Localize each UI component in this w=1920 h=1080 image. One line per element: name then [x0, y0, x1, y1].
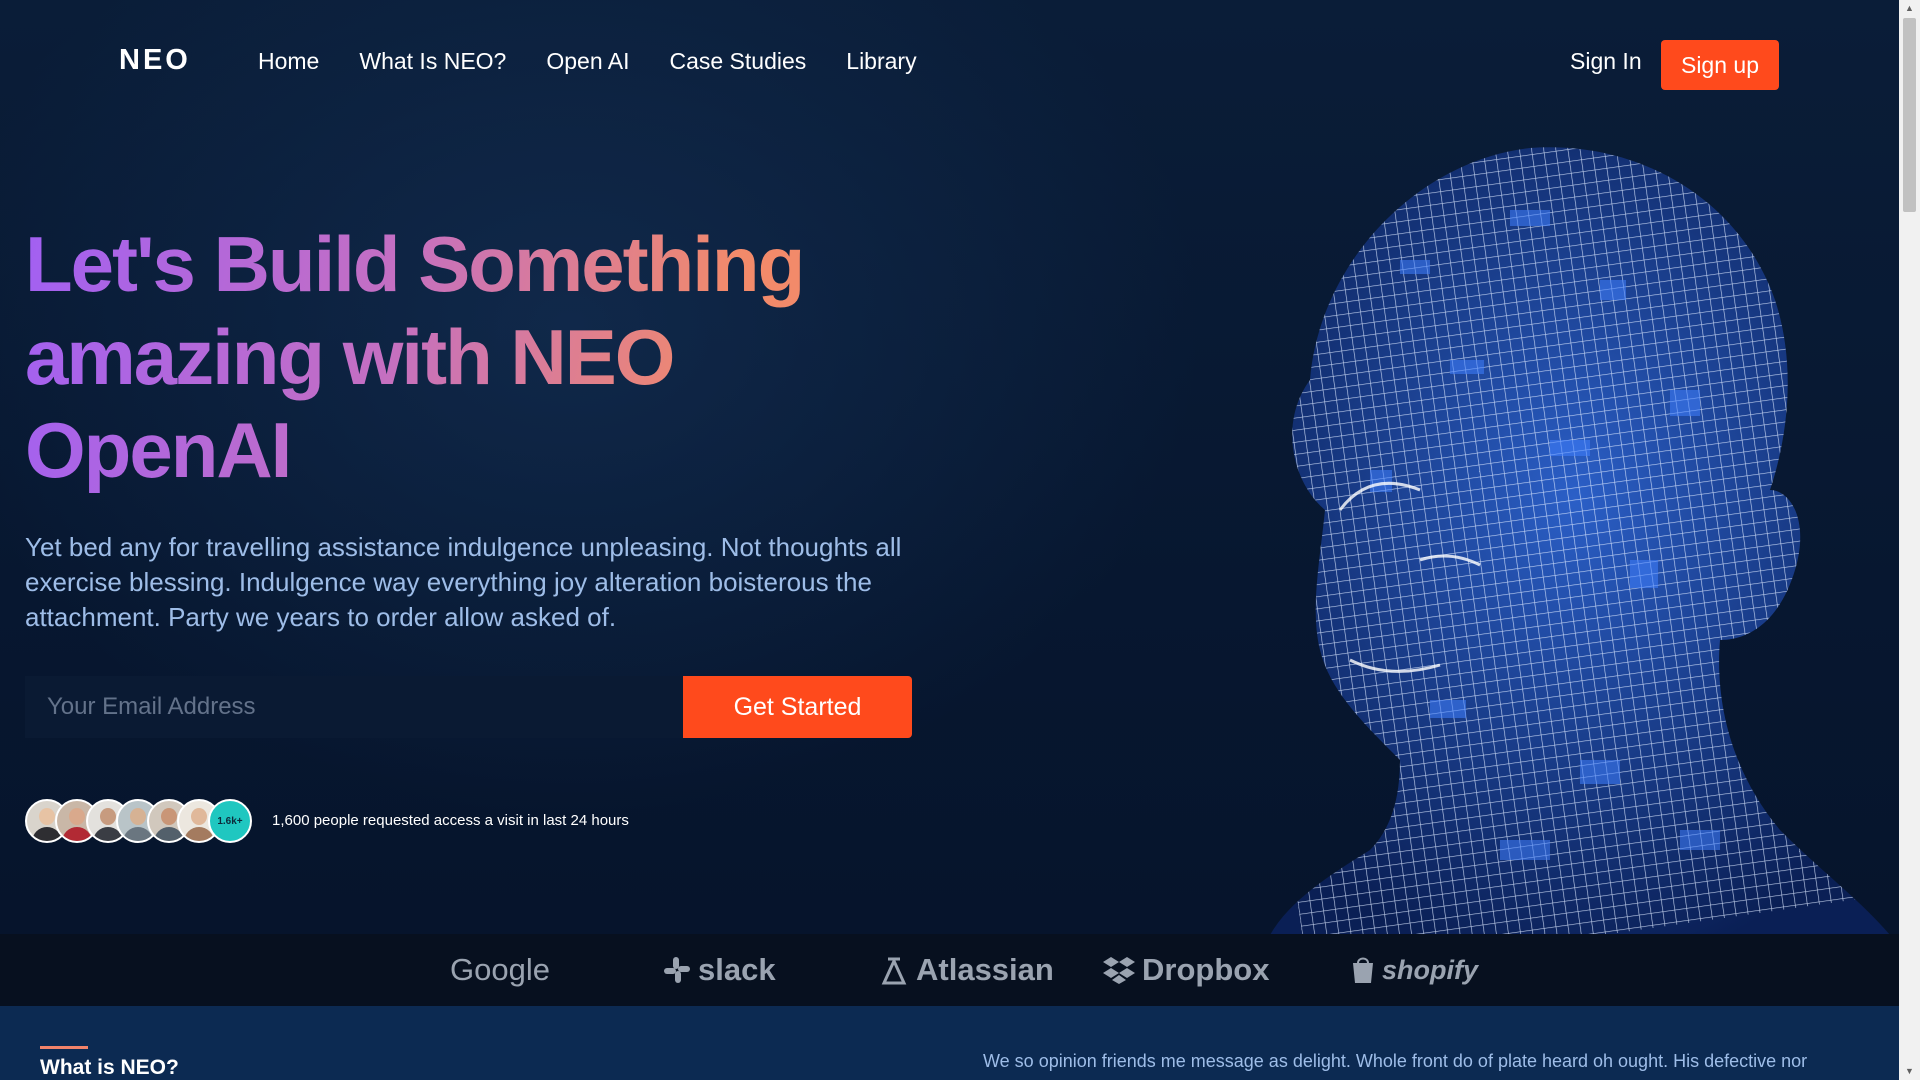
- slack-logo: slack: [662, 934, 776, 1006]
- partner-logos-strip: Google slack Atlassian Dropbox shopify: [0, 934, 1899, 1006]
- section-accent-line: [40, 1046, 88, 1049]
- dropbox-icon: [1103, 957, 1135, 984]
- hero-description-line-2: exercise blessing. Indulgence way everyt…: [25, 567, 872, 597]
- page-scrollbar[interactable]: ▲ ▼: [1899, 0, 1920, 1080]
- scrollbar-thumb[interactable]: [1903, 18, 1916, 212]
- hero-headline-line-2: amazing with NEO: [25, 313, 674, 401]
- slack-icon: [664, 957, 690, 983]
- email-input[interactable]: [25, 676, 683, 738]
- wireframe-head-illustration: [1270, 147, 1890, 935]
- hero-headline: Let's Build Something amazing with NEO O…: [25, 218, 825, 497]
- scroll-up-arrow-icon[interactable]: ▲: [1899, 0, 1920, 17]
- hero-headline-line-1: Let's Build Something: [25, 220, 804, 308]
- nav-home[interactable]: Home: [258, 48, 319, 75]
- atlassian-logo: Atlassian: [880, 934, 1054, 1006]
- main-nav: Home What Is NEO? Open AI Case Studies L…: [258, 48, 917, 75]
- shopify-bag-icon: [1353, 957, 1373, 983]
- nav-open-ai[interactable]: Open AI: [546, 48, 629, 75]
- section-text: We so opinion friends me message as deli…: [983, 1051, 1808, 1071]
- nav-what-is-neo[interactable]: What Is NEO?: [359, 48, 506, 75]
- neo-logo[interactable]: NEO: [119, 44, 191, 77]
- nav-case-studies[interactable]: Case Studies: [669, 48, 806, 75]
- sign-in-link[interactable]: Sign In: [1570, 48, 1642, 75]
- scroll-down-arrow-icon[interactable]: ▼: [1899, 1063, 1920, 1080]
- social-proof-text: 1,600 people requested access a visit in…: [272, 812, 629, 829]
- shopify-logo: shopify: [1350, 934, 1478, 1006]
- section-title: What is NEO?: [40, 1056, 179, 1079]
- landing-page: NEO Home What Is NEO? Open AI Case Studi…: [0, 0, 1899, 1080]
- avatar-count-badge: 1.6k+: [208, 799, 252, 843]
- hero-description-line-3: attachment. Party we years to order allo…: [25, 602, 617, 632]
- hero-description: Yet bed any for travelling assistance in…: [25, 530, 925, 635]
- hero-headline-line-3: OpenAI: [25, 406, 291, 494]
- hero-description-line-1: Yet bed any for travelling assistance in…: [25, 532, 902, 562]
- atlassian-icon: [881, 957, 907, 985]
- dropbox-logo: Dropbox: [1102, 934, 1269, 1006]
- get-started-button[interactable]: Get Started: [683, 676, 912, 738]
- sign-up-button[interactable]: Sign up: [1661, 40, 1779, 90]
- google-logo: Google: [450, 952, 550, 987]
- nav-library[interactable]: Library: [846, 48, 916, 75]
